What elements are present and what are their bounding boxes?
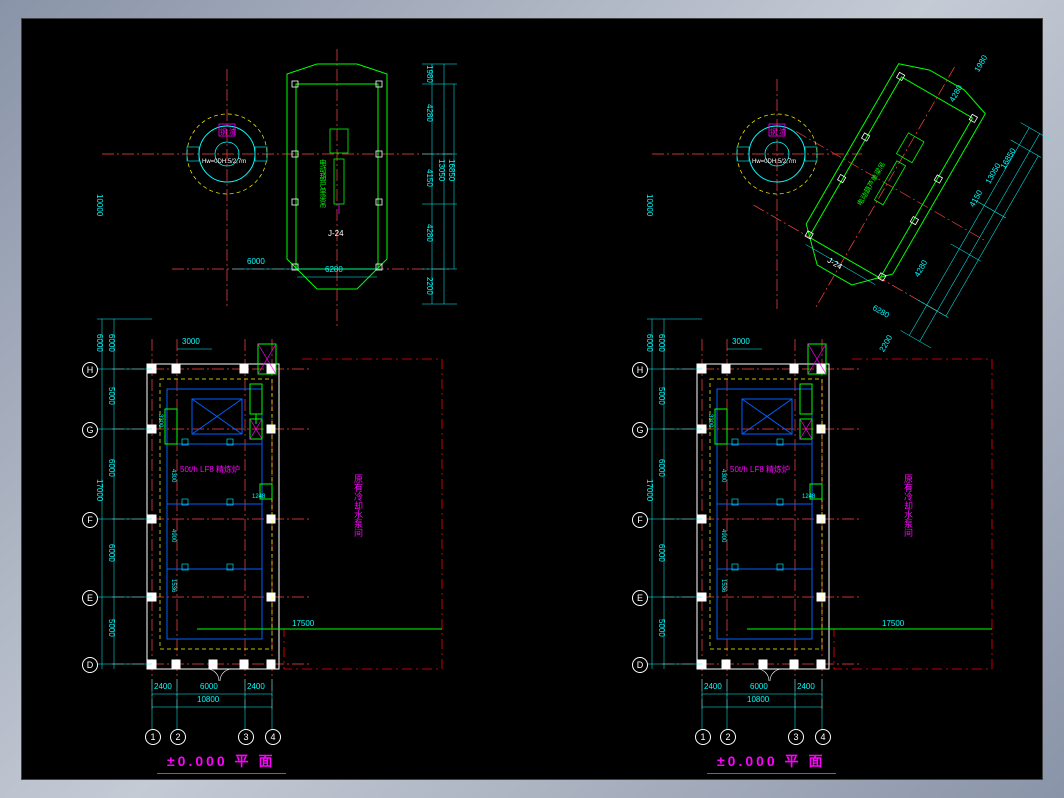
dim-2400-r: 2400 xyxy=(247,682,265,691)
dim-3300-r: 3300 xyxy=(707,414,713,427)
dim-v5000-h: 5000 xyxy=(107,387,116,405)
drawing-right-svg xyxy=(602,29,1064,769)
grid-row-h-r: H xyxy=(632,362,648,378)
grid-row-e-r: E xyxy=(632,590,648,606)
dim-3300: 3300 xyxy=(157,414,163,427)
dim-4900-r: 4900 xyxy=(720,529,726,542)
grid-col-4: 4 xyxy=(265,729,281,745)
dim-4150: 4150 xyxy=(425,169,434,187)
grid-row-e: E xyxy=(82,590,98,606)
title-left: ±0.000 平 面 xyxy=(167,751,276,771)
dim-2400-l-r: 2400 xyxy=(704,682,722,691)
label-scrap: 钢 渣 xyxy=(220,127,236,137)
dim-6000-h-r: 6000 xyxy=(750,682,768,691)
dim-2400-r-r: 2400 xyxy=(797,682,815,691)
label-furnace-r: 50t/h LF8 精炼炉 xyxy=(730,464,790,475)
dim-6000-upper: 6000 xyxy=(247,257,265,266)
dim-2200: 2200 xyxy=(425,277,434,295)
dim-v6000-top: 6000 xyxy=(95,334,104,352)
label-furnace: 50t/h LF8 精炼炉 xyxy=(180,464,240,475)
grid-col-2-r: 2 xyxy=(720,729,736,745)
dim-1536-r: 1536 xyxy=(720,579,726,592)
grid-col-3-r: 3 xyxy=(788,729,804,745)
dim-4300: 4300 xyxy=(170,469,176,482)
dim-v6000-top-r: 6000 xyxy=(645,334,654,352)
dim-4900: 4900 xyxy=(170,529,176,542)
dim-v5000-e: 5000 xyxy=(107,619,116,637)
dim-3000: 3000 xyxy=(182,337,200,346)
dim-v5000-e-r: 5000 xyxy=(657,619,666,637)
drawing-right-view: H G F E D 1 2 3 4 6280 16850 13050 4280 … xyxy=(602,29,1064,769)
dim-v6000-g-r: 6000 xyxy=(657,459,666,477)
label-water-room-r: 原有冷却水泵间 xyxy=(902,474,915,537)
dim-1248-r: 1248 xyxy=(802,494,815,500)
drawing-left-svg xyxy=(52,29,552,769)
dim-v5000-h-r: 5000 xyxy=(657,387,666,405)
dim-1536: 1536 xyxy=(170,579,176,592)
label-hoist: 电动葫芦单梁吊 xyxy=(317,159,327,208)
dim-6000-h: 6000 xyxy=(200,682,218,691)
grid-col-1-r: 1 xyxy=(695,729,711,745)
label-crane: Hw=0DH.5/2,7m xyxy=(202,159,246,165)
label-water-room: 原有冷却水泵间 xyxy=(352,474,365,537)
cad-canvas[interactable]: H G F E D 1 2 3 4 6000 6280 1980 4280 41… xyxy=(21,18,1043,780)
dim-4280-b: 4280 xyxy=(425,224,434,242)
dim-4280-t: 4280 xyxy=(425,104,434,122)
dim-17500: 17500 xyxy=(292,619,314,628)
dim-1980: 1980 xyxy=(425,65,434,83)
grid-row-h: H xyxy=(82,362,98,378)
dim-v17000: 17000 xyxy=(95,479,104,501)
grid-row-d: D xyxy=(82,657,98,673)
dim-v6000-g: 6000 xyxy=(107,459,116,477)
grid-row-g-r: G xyxy=(632,422,648,438)
label-scrap-r: 钢 渣 xyxy=(770,127,786,137)
dim-13050: 13050 xyxy=(437,159,446,181)
dim-2400-l: 2400 xyxy=(154,682,172,691)
dim-v6000-top2-r: 6000 xyxy=(657,334,666,352)
dim-v17000-r: 17000 xyxy=(645,479,654,501)
dim-10800-r: 10800 xyxy=(747,695,769,704)
grid-col-4-r: 4 xyxy=(815,729,831,745)
dim-16850: 16850 xyxy=(447,159,456,181)
dim-10800: 10800 xyxy=(197,695,219,704)
dim-v6000-top2: 6000 xyxy=(107,334,116,352)
grid-col-3: 3 xyxy=(238,729,254,745)
grid-col-1: 1 xyxy=(145,729,161,745)
grid-row-d-r: D xyxy=(632,657,648,673)
grid-row-f-r: F xyxy=(632,512,648,528)
dim-v6000-f-r: 6000 xyxy=(657,544,666,562)
dim-v6000-f: 6000 xyxy=(107,544,116,562)
dim-6280: 6280 xyxy=(325,265,343,274)
title-right: ±0.000 平 面 xyxy=(717,751,826,771)
drawing-left-view: H G F E D 1 2 3 4 6000 6280 1980 4280 41… xyxy=(52,29,552,769)
label-crane-r: Hw=0DH.5/2,7m xyxy=(752,159,796,165)
grid-col-2: 2 xyxy=(170,729,186,745)
dim-17500-r: 17500 xyxy=(882,619,904,628)
dim-v10000-r: 10000 xyxy=(645,194,654,216)
dim-1248: 1248 xyxy=(252,494,265,500)
label-j24: J-24 xyxy=(328,229,344,238)
dim-v10000: 10000 xyxy=(95,194,104,216)
grid-row-f: F xyxy=(82,512,98,528)
dim-4300-r: 4300 xyxy=(720,469,726,482)
dim-3000-r: 3000 xyxy=(732,337,750,346)
grid-row-g: G xyxy=(82,422,98,438)
